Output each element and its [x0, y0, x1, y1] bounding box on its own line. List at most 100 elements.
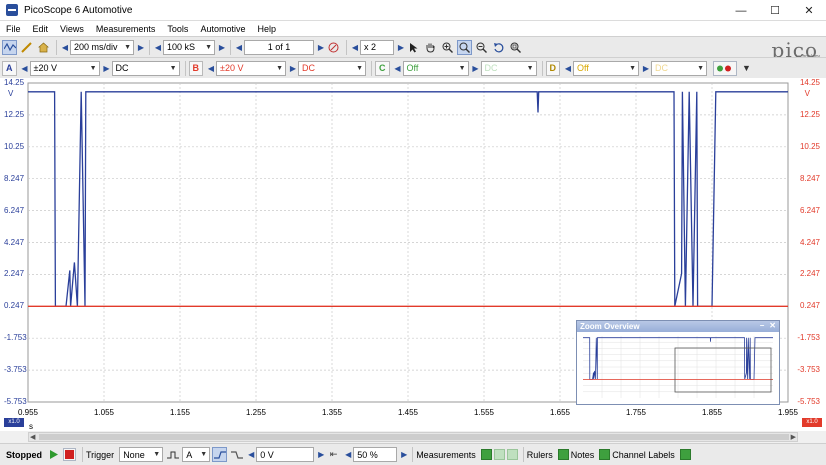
notes-icon[interactable]: [599, 449, 611, 460]
zoom-out-icon[interactable]: [474, 40, 489, 55]
channel-a-range-select[interactable]: ±20 V ▼: [29, 60, 100, 76]
page-next-button[interactable]: ▶: [316, 40, 326, 55]
page-previous-button[interactable]: ◀: [234, 40, 244, 55]
trigger-mode-select[interactable]: None ▼: [119, 447, 164, 462]
channel-d-coupling-select[interactable]: DC ▼: [651, 60, 707, 76]
add-measurement-icon[interactable]: [480, 449, 492, 460]
trigger-level-decrease[interactable]: ◀: [246, 447, 256, 462]
channel-b-range-select[interactable]: ±20 V ▼: [216, 60, 286, 76]
page-indicator[interactable]: 1 of 1: [244, 39, 314, 55]
scope-mode-icon[interactable]: [2, 39, 17, 55]
close-button[interactable]: ✕: [792, 0, 826, 21]
home-icon[interactable]: [36, 40, 51, 55]
zoom-in-icon[interactable]: [440, 40, 455, 55]
pointer-icon[interactable]: [406, 40, 421, 55]
zoom-overview-minimize-button[interactable]: –: [760, 321, 764, 330]
channel-a-scale-tag[interactable]: x1.0: [4, 418, 24, 427]
channel-c-range-select[interactable]: Off ▼: [402, 60, 469, 76]
channel-a-button[interactable]: A: [2, 60, 17, 76]
rising-edge-icon[interactable]: [212, 447, 228, 462]
delete-measurement-icon[interactable]: [506, 449, 518, 460]
menu-automotive[interactable]: Automotive: [200, 24, 245, 34]
zoom-rect-icon[interactable]: [457, 39, 472, 55]
chevron-down-icon: ▼: [200, 451, 208, 458]
channel-b-button[interactable]: B: [188, 60, 203, 76]
menu-measurements[interactable]: Measurements: [96, 24, 156, 34]
zoom-overview-title: Zoom Overview: [580, 322, 640, 331]
toolbar-separator: [56, 39, 57, 55]
channel-d-range-decrease[interactable]: ◀: [563, 61, 573, 76]
zoom-overview-panel[interactable]: Zoom Overview – ✕: [576, 320, 780, 405]
zoom-decrease-button[interactable]: ◀: [350, 40, 360, 55]
scope-plot[interactable]: 14.25 12.25 10.25 8.247 6.247 4.247 2.247 0.247…: [0, 78, 826, 431]
channel-labels-icon[interactable]: [679, 449, 691, 460]
maximize-button[interactable]: ☐: [758, 0, 792, 21]
edit-measurement-icon[interactable]: [493, 449, 505, 460]
channel-c-button[interactable]: C: [375, 60, 390, 76]
scrollbar-thumb[interactable]: [39, 434, 789, 440]
minimize-button[interactable]: —: [724, 0, 758, 21]
scroll-right-icon[interactable]: ▶: [791, 433, 796, 441]
menu-views[interactable]: Views: [60, 24, 84, 34]
horizontal-scrollbar[interactable]: ◀ ▶: [28, 432, 798, 442]
menu-file[interactable]: File: [6, 24, 21, 34]
toolbar-separator: [541, 60, 543, 76]
y-tick-label-left: 14.25: [4, 78, 25, 87]
hand-icon[interactable]: [423, 40, 438, 55]
stop-icon[interactable]: [63, 448, 76, 461]
channel-c-range-increase[interactable]: ▶: [471, 61, 481, 76]
x-unit: s: [29, 422, 33, 431]
channel-b-scale-tag[interactable]: x1.0: [802, 418, 822, 427]
falling-edge-icon[interactable]: [229, 447, 244, 462]
channel-c-range-decrease[interactable]: ◀: [393, 61, 403, 76]
channel-b-range-increase[interactable]: ▶: [288, 61, 298, 76]
timebase-select[interactable]: 200 ms/div ▼: [70, 39, 134, 55]
zoom-select[interactable]: x 2: [360, 39, 394, 55]
menu-help[interactable]: Help: [257, 24, 276, 34]
zoom-overview-close-button[interactable]: ✕: [769, 321, 776, 330]
chevron-down-icon: ▼: [629, 64, 636, 72]
channel-a-range-decrease[interactable]: ◀: [20, 61, 30, 76]
channel-d-range-increase[interactable]: ▶: [641, 61, 651, 76]
channel-a-coupling-select[interactable]: DC ▼: [111, 60, 180, 76]
rulers-icon[interactable]: [557, 449, 569, 460]
zoom-to-fit-icon[interactable]: [508, 40, 523, 55]
trigger-level-input[interactable]: 0 V: [256, 447, 315, 462]
notes-label: Notes: [570, 449, 595, 460]
samples-select[interactable]: 100 kS ▼: [163, 39, 215, 55]
toolbar-separator: [184, 60, 186, 76]
more-chevron-icon[interactable]: ▼: [739, 61, 754, 76]
pretrigger-increase[interactable]: ▶: [399, 447, 409, 462]
timebase-increase-button[interactable]: ▶: [136, 40, 146, 55]
pretrigger-input[interactable]: 50 %: [353, 447, 398, 462]
menu-bar: File Edit Views Measurements Tools Autom…: [0, 21, 826, 36]
channel-a-range: ±20 V: [33, 63, 57, 73]
timebase-decrease-button[interactable]: ◀: [60, 40, 70, 55]
undo-zoom-icon[interactable]: [491, 40, 506, 55]
zoom-overview-chart[interactable]: [577, 332, 779, 404]
samples-decrease-button[interactable]: ◀: [153, 40, 163, 55]
pretrigger-decrease[interactable]: ◀: [343, 447, 353, 462]
probe-icon[interactable]: [19, 40, 34, 55]
menu-tools[interactable]: Tools: [167, 24, 188, 34]
x-tick-label: 1.455: [397, 408, 419, 417]
record-icon[interactable]: [713, 60, 737, 76]
menu-edit[interactable]: Edit: [33, 24, 49, 34]
trigger-channel-select[interactable]: A ▼: [182, 447, 211, 462]
scroll-left-icon[interactable]: ◀: [30, 433, 35, 441]
run-icon[interactable]: [47, 448, 60, 461]
zoom-overview-header[interactable]: Zoom Overview – ✕: [577, 321, 779, 332]
channel-b-coupling-select[interactable]: DC ▼: [298, 60, 366, 76]
advanced-trigger-icon[interactable]: [165, 447, 180, 462]
zoom-increase-button[interactable]: ▶: [396, 40, 406, 55]
samples-increase-button[interactable]: ▶: [217, 40, 227, 55]
trigger-level-increase[interactable]: ▶: [316, 447, 326, 462]
compass-icon[interactable]: [326, 40, 341, 55]
channel-d-range-select[interactable]: Off ▼: [573, 60, 639, 76]
channel-a-range-increase[interactable]: ▶: [102, 61, 112, 76]
channel-c-coupling-select[interactable]: DC ▼: [480, 60, 537, 76]
channel-d-button[interactable]: D: [545, 60, 560, 76]
channel-b-range-decrease[interactable]: ◀: [206, 61, 216, 76]
channel-c-range: Off: [406, 63, 419, 73]
y-tick-label-left: -5.753: [4, 397, 27, 406]
